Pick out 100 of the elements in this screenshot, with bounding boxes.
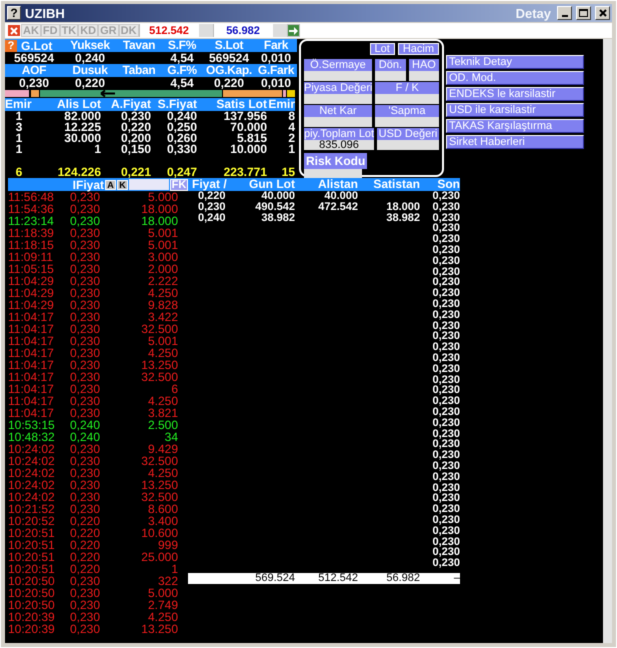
time-cell-text: 10:20:52 xyxy=(8,515,56,527)
table-cell-text: 0,230 xyxy=(431,342,460,353)
value-cell-text: 4,54 xyxy=(169,52,195,64)
table-cell-text: 0,230 xyxy=(431,418,460,429)
lot-cell-text: 13.250 xyxy=(140,623,178,635)
toolbar-button[interactable]: GR xyxy=(98,24,119,37)
go-button[interactable] xyxy=(286,24,300,37)
column-header: Alis Lot xyxy=(33,98,101,111)
column-header: OG.Kap. xyxy=(203,64,255,77)
lot-cell-text: 5.001 xyxy=(146,335,178,347)
total-cell-text: 223.771 xyxy=(222,167,267,178)
price-cell-text: 0,230 xyxy=(70,395,102,407)
lot-cell-text: 4.250 xyxy=(146,611,178,623)
toolbar-button[interactable]: AK xyxy=(21,24,41,37)
table-cell-text: 0,230 xyxy=(431,374,460,386)
minimize-button[interactable] xyxy=(557,6,572,20)
help-icon: ? xyxy=(7,6,21,20)
price-cell-text: 0,230 xyxy=(70,479,102,491)
value-field xyxy=(304,94,372,104)
price-cell-text: 0,230 xyxy=(70,611,102,623)
lot-cell-text: 3.821 xyxy=(146,407,178,419)
menu-button[interactable]: TAKAS Karşılaştırma xyxy=(446,119,584,133)
lot-cell-text: 2.749 xyxy=(146,599,178,611)
table-cell-text: 3 xyxy=(14,122,24,133)
price-cell-text: 0,230 xyxy=(70,263,102,275)
value-field xyxy=(408,71,439,81)
table-cell-text: 0,230 xyxy=(431,256,460,267)
maximize-button[interactable] xyxy=(576,6,591,20)
filter-button[interactable]: FK xyxy=(170,178,188,190)
price-cell-text: 0,230 xyxy=(70,275,102,287)
time-cell-text: 10:20:51 xyxy=(8,539,56,551)
toolbar-button[interactable]: TK xyxy=(60,24,78,37)
value-cell-text: 0,240 xyxy=(74,52,106,64)
toolbar-slot xyxy=(198,24,213,37)
table-cell-text: 1 xyxy=(94,144,101,155)
value-cell-text: 0,010 xyxy=(260,77,292,89)
price-cell-text: 0,230 xyxy=(70,359,102,371)
price-cell-text: 0,230 xyxy=(70,335,102,347)
total-cell-text: – xyxy=(452,572,460,584)
price-cell-text: 0,230 xyxy=(70,599,102,611)
help-icon[interactable]: ? xyxy=(5,40,17,52)
lot-cell-text: 8.600 xyxy=(146,503,178,515)
table-cell-text: 472.542 xyxy=(317,202,358,213)
time-cell-text: 10:24:02 xyxy=(8,479,56,491)
time-cell-text: 11:04:17 xyxy=(8,323,55,335)
total-cell-text: 512.542 xyxy=(317,572,358,584)
table-cell-text: 1 xyxy=(14,111,24,122)
table-cell-text: 0,230 xyxy=(431,298,460,310)
lot-cell-text: 2.000 xyxy=(146,263,178,275)
time-cell-text: 10:24:02 xyxy=(8,491,56,503)
time-cell-text: 11:54:36 xyxy=(8,203,55,215)
filter-field[interactable] xyxy=(129,179,169,190)
table-cell-text: 40.000 xyxy=(323,191,358,202)
table-cell-text: 1 xyxy=(14,144,24,155)
toolbar-button[interactable]: KD xyxy=(78,24,98,37)
table-cell-text: 0,230 xyxy=(431,526,460,536)
price-cell-text: 0,230 xyxy=(70,323,102,335)
table-cell-text: 0,230 xyxy=(431,514,460,526)
table-cell-text: 0,230 xyxy=(431,223,460,234)
toolbar-button[interactable]: FD xyxy=(40,24,60,37)
table-cell-text: 18.000 xyxy=(385,202,420,213)
menu-button[interactable]: Teknik Detay xyxy=(446,55,584,69)
sort-button[interactable]: K xyxy=(117,180,128,190)
column-header: Satis Lot xyxy=(197,98,267,111)
price-cell-text: 0,230 xyxy=(70,407,102,419)
close-button[interactable] xyxy=(595,6,610,20)
table-cell-text: 0,230 xyxy=(431,406,460,418)
price-cell-text: 0,220 xyxy=(70,515,102,527)
table-cell-text: 0,230 xyxy=(431,472,460,483)
menu-button[interactable]: Sirket Haberleri xyxy=(446,135,584,149)
time-cell-text: 10:24:02 xyxy=(8,443,56,455)
menu-button[interactable]: OD. Mod. xyxy=(446,71,584,85)
field-label: Piyasa Değeri xyxy=(304,82,372,94)
toggle-button[interactable]: Hacim xyxy=(398,43,439,55)
table-cell-text: 0,240 xyxy=(197,212,227,224)
price-cell-text: 0,230 xyxy=(70,215,102,227)
toggle-button[interactable]: Lot xyxy=(370,43,395,55)
menu-button[interactable]: ENDEKS le karsilastir xyxy=(446,87,584,101)
toolbar-slot xyxy=(272,24,287,37)
total-cell-text: 0,221 xyxy=(120,167,151,178)
table-cell-text: 0,230 xyxy=(431,352,460,364)
time-cell-text: 11:04:17 xyxy=(8,407,55,419)
total-cell-text: 569.524 xyxy=(254,572,295,584)
toolbar-button[interactable]: DK xyxy=(118,24,139,37)
table-cell-text: 0,230 xyxy=(120,111,151,122)
sort-button[interactable]: A xyxy=(105,180,116,190)
price-cell-text: 0,230 xyxy=(70,203,102,215)
table-cell-text: 137.956 xyxy=(222,111,267,122)
table-cell-text: 0,230 xyxy=(431,202,460,213)
table-cell-text: 0,230 xyxy=(431,504,460,515)
price-cell-text: 0,240 xyxy=(70,431,102,443)
column-header: Son xyxy=(420,178,460,191)
table-cell-text: 0,230 xyxy=(431,460,460,472)
menu-button[interactable]: USD ile karsilastir xyxy=(446,103,584,117)
lot-cell-text: 3.422 xyxy=(146,311,178,323)
time-cell-text: 11:23:14 xyxy=(8,215,55,227)
field-label: piy.Toplam Lot xyxy=(304,128,374,140)
table-cell-text: 0,230 xyxy=(431,493,460,504)
window-caption: Detay xyxy=(516,6,551,20)
column-header: Tavan xyxy=(117,39,161,52)
